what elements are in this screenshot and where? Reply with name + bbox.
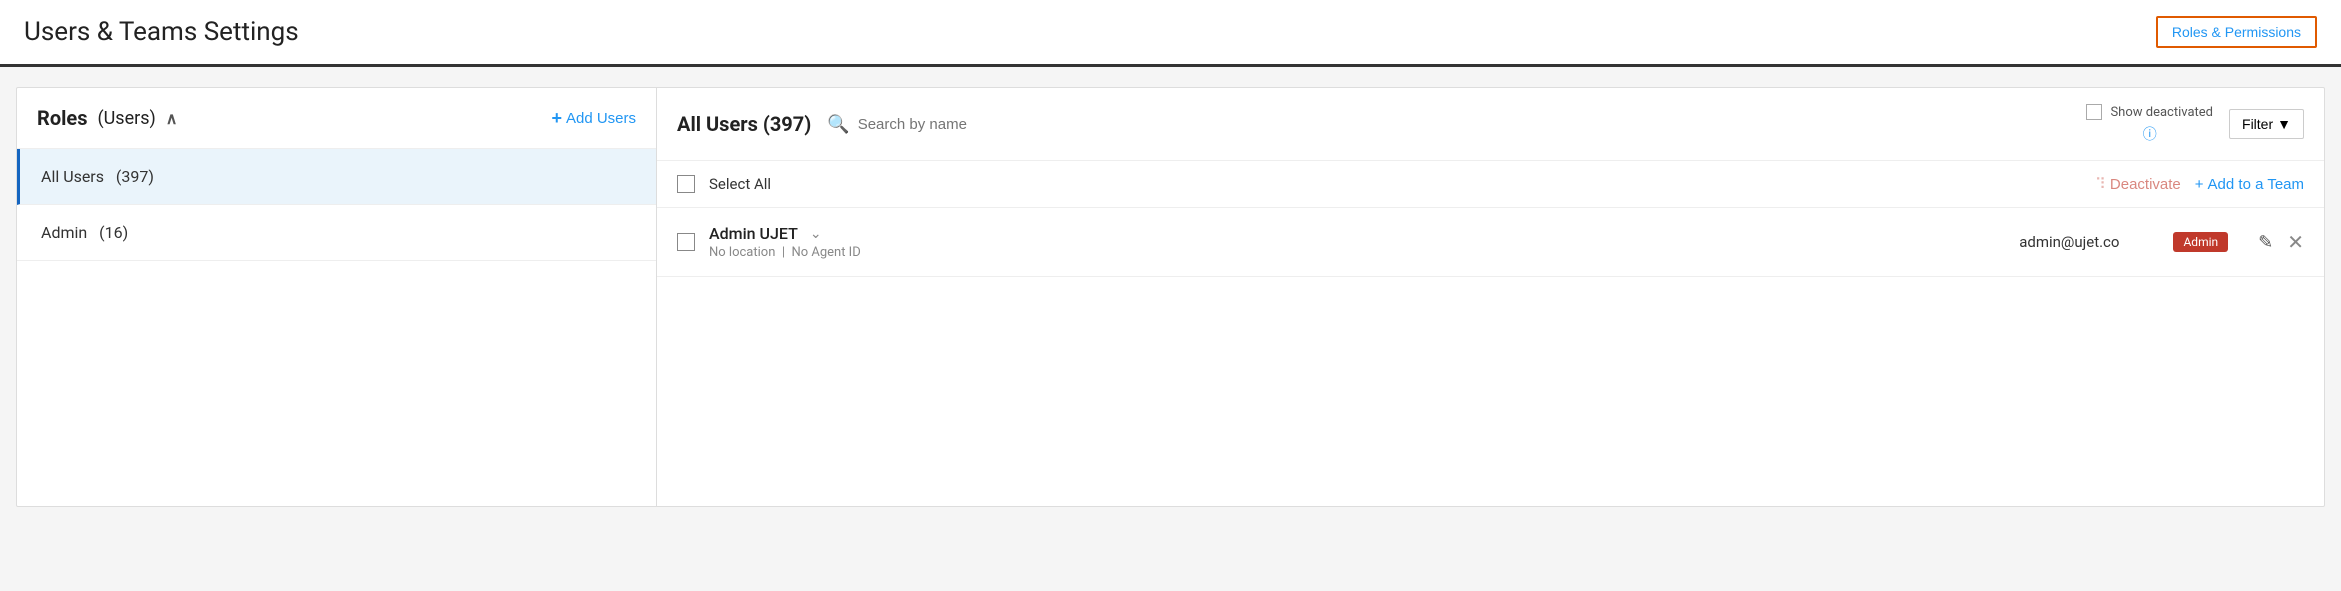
roles-subtitle: (Users) <box>97 108 155 129</box>
content-panel: Roles (Users) ∧ + Add Users All Users (3… <box>16 87 2325 507</box>
plus-square-icon: + <box>2195 176 2204 193</box>
select-all-checkbox[interactable] <box>677 175 695 193</box>
edit-icon[interactable]: ✎ <box>2258 232 2273 253</box>
left-panel-header: Roles (Users) ∧ + Add Users <box>17 88 656 149</box>
show-deactivated-container: Show deactivated ⓘ <box>2086 104 2213 144</box>
expand-icon[interactable]: ⌄ <box>810 226 822 242</box>
select-all-row: Select All ⠹ Deactivate + Add to a Team <box>657 161 2324 208</box>
user-email: admin@ujet.co <box>2019 233 2119 251</box>
show-deactivated-checkbox[interactable] <box>2086 104 2102 120</box>
search-icon: 🔍 <box>827 114 849 135</box>
all-users-label: All Users (397) <box>41 167 154 186</box>
user-name: Admin UJET <box>709 224 798 243</box>
search-input[interactable] <box>858 116 2063 133</box>
chevron-down-icon: ▼ <box>2277 116 2291 132</box>
show-deactivated-label: Show deactivated <box>2110 105 2213 120</box>
circle-x-icon: ⠹ <box>2095 175 2106 193</box>
deactivate-button[interactable]: ⠹ Deactivate <box>2095 175 2181 193</box>
all-users-title: All Users (397) <box>677 112 811 136</box>
user-name-row: Admin UJET ⌄ <box>709 224 1965 243</box>
filter-button[interactable]: Filter ▼ <box>2229 109 2304 139</box>
admin-label: Admin (16) <box>41 223 128 242</box>
admin-badge: Admin <box>2173 232 2228 252</box>
left-panel: Roles (Users) ∧ + Add Users All Users (3… <box>17 88 657 506</box>
right-panel: All Users (397) 🔍 Show deactivated ⓘ Fi <box>657 88 2324 506</box>
add-users-button[interactable]: + Add Users <box>551 108 636 129</box>
add-to-team-button[interactable]: + Add to a Team <box>2195 176 2304 193</box>
user-info: Admin UJET ⌄ No location | No Agent ID <box>709 224 1965 260</box>
user-meta: No location | No Agent ID <box>709 245 1965 260</box>
sidebar-item-admin[interactable]: Admin (16) <box>17 205 656 261</box>
page-title: Users & Teams Settings <box>24 17 299 47</box>
show-deactivated-row: Show deactivated <box>2086 104 2213 120</box>
main-content: Roles (Users) ∧ + Add Users All Users (3… <box>0 67 2341 527</box>
plus-icon: + <box>551 108 562 129</box>
select-all-label: Select All <box>709 175 2081 193</box>
chevron-up-icon: ∧ <box>166 109 178 128</box>
roles-permissions-button[interactable]: Roles & Permissions <box>2156 16 2317 48</box>
page-header: Users & Teams Settings Roles & Permissio… <box>0 0 2341 67</box>
table-row: Admin UJET ⌄ No location | No Agent ID a… <box>657 208 2324 277</box>
roles-title: Roles (Users) ∧ <box>37 106 178 130</box>
sidebar-item-all-users[interactable]: All Users (397) <box>17 149 656 205</box>
info-icon: ⓘ <box>2143 127 2157 143</box>
roles-label: Roles <box>37 106 87 130</box>
search-container: 🔍 <box>827 114 2062 135</box>
close-icon[interactable]: ✕ <box>2287 230 2304 254</box>
right-panel-header: All Users (397) 🔍 Show deactivated ⓘ Fi <box>657 88 2324 161</box>
user-checkbox[interactable] <box>677 233 695 251</box>
